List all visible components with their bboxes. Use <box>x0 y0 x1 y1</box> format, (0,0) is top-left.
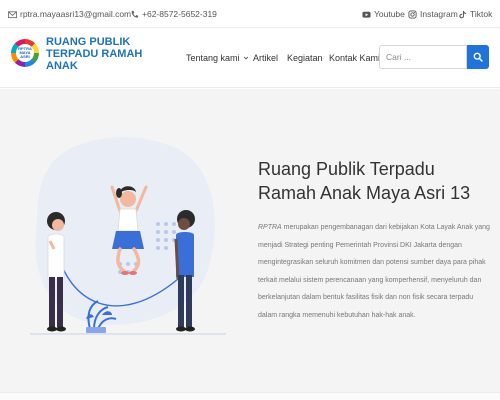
social-tiktok-label: Tiktok <box>470 9 493 19</box>
hero-description: RPTRA merupakan pengembanagan dari kebij… <box>258 219 490 324</box>
nav-tentang-kami[interactable]: Tentang kami <box>186 52 249 64</box>
email-text: rptra.mayaasri13@gmail.com <box>20 9 132 19</box>
social-tiktok[interactable]: Tiktok <box>458 8 492 20</box>
nav-artikel-label: Artikel <box>253 53 279 63</box>
site-header: RPTRA MAYA ASRI RUANG PUBLIK TERPADU RAM… <box>0 28 500 88</box>
phone-icon <box>131 10 139 18</box>
nav-tentang-kami-label: Tentang kami <box>186 53 240 63</box>
instagram-icon <box>408 9 417 19</box>
nav-artikel[interactable]: Artikel <box>253 52 278 64</box>
topbar: rptra.mayaasri13@gmail.com +62-8572-5652… <box>0 0 500 28</box>
social-youtube[interactable]: Youtube <box>362 8 405 20</box>
hero-section: Ruang Publik Terpadu Ramah Anak Maya Asr… <box>0 89 500 400</box>
social-instagram-label: Instagram <box>420 9 458 19</box>
chevron-down-icon <box>243 56 248 60</box>
youtube-icon <box>362 11 371 18</box>
topbar-phone[interactable]: +62-8572-5652-319 <box>130 8 217 20</box>
hero-title: Ruang Publik Terpadu Ramah Anak Maya Asr… <box>258 159 471 203</box>
hero-description-abbr: RPTRA <box>258 224 282 231</box>
search-input[interactable] <box>379 45 467 69</box>
nav-kegiatan[interactable]: Kegiatan <box>287 52 323 64</box>
phone-text: +62-8572-5652-319 <box>142 9 217 19</box>
hero-description-text: merupakan pengembanagan dari kebijakan K… <box>258 224 490 319</box>
topbar-email[interactable]: rptra.mayaasri13@gmail.com <box>8 8 131 20</box>
search-button[interactable] <box>467 45 489 69</box>
social-instagram[interactable]: Instagram <box>408 8 458 20</box>
search-icon <box>473 52 483 62</box>
children-playing-illustration <box>30 137 226 335</box>
site-logo[interactable]: RPTRA MAYA ASRI <box>11 39 39 67</box>
mail-icon <box>8 10 17 18</box>
next-section-edge <box>0 392 500 400</box>
nav-kontak-kami-label: Kontak Kami <box>329 53 381 63</box>
tiktok-icon <box>459 10 467 18</box>
social-youtube-label: Youtube <box>374 9 405 19</box>
logo-text: RPTRA MAYA ASRI <box>16 44 34 62</box>
nav-kegiatan-label: Kegiatan <box>287 53 323 63</box>
brand-name[interactable]: RUANG PUBLIK TERPADU RAMAH ANAK <box>46 36 166 72</box>
nav-kontak-kami[interactable]: Kontak Kami <box>329 52 380 64</box>
